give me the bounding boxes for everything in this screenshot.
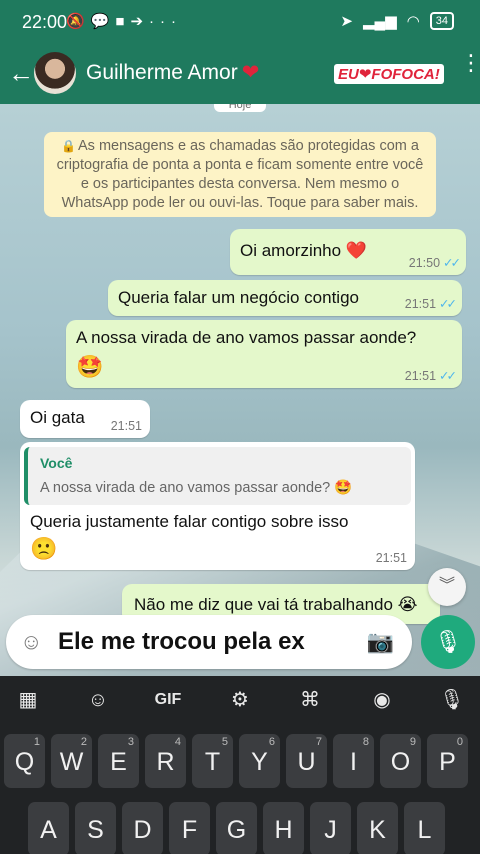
quote-text: A nossa virada de ano vamos passar aonde… xyxy=(40,480,353,496)
scroll-down-button[interactable]: ︾ xyxy=(428,568,466,606)
heart-emoji: ❤ xyxy=(241,61,260,84)
message-text: Oi amorzinho ❤️ xyxy=(240,241,367,260)
key-t[interactable]: 5T xyxy=(192,734,233,788)
palette-icon[interactable]: ◉ xyxy=(362,686,402,714)
quoted-message[interactable]: Você A nossa virada de ano vamos passar … xyxy=(24,447,411,505)
wifi-icon: ◠ xyxy=(406,13,420,30)
status-bar: 22:00 🔕💬■➔··· ➤ ▂▄▆ ◠ 34 xyxy=(0,0,480,44)
key-p[interactable]: 0P xyxy=(427,734,468,788)
notification-icons: 🔕💬■➔··· xyxy=(66,12,182,30)
message-meta: 21:51 ✓✓ xyxy=(404,369,457,383)
key-s[interactable]: S xyxy=(75,802,116,854)
status-time: 22:00 xyxy=(22,12,68,32)
chevron-down-icon: ︾ xyxy=(438,577,455,594)
gif-button[interactable]: GIF xyxy=(148,686,188,714)
more-notifications-icon: ··· xyxy=(149,13,183,30)
key-o[interactable]: 9O xyxy=(380,734,421,788)
avatar[interactable] xyxy=(34,52,76,94)
mic-button[interactable]: 🎙 xyxy=(421,615,475,669)
back-arrow-icon[interactable]: ← xyxy=(8,58,34,89)
location-icon: ➤ xyxy=(340,13,353,30)
top-bar: 22:00 🔕💬■➔··· ➤ ▂▄▆ ◠ 34 ← Guilherme Amo… xyxy=(0,0,480,104)
message-text: Oi gata xyxy=(30,408,85,427)
translate-icon[interactable]: ⌘ xyxy=(290,686,330,714)
overlay-caption: Ele me trocou pela ex xyxy=(58,628,305,655)
double-check-icon: ✓✓ xyxy=(439,369,457,383)
sticker-icon[interactable]: ☺ xyxy=(78,686,118,714)
double-check-icon: ✓✓ xyxy=(439,297,457,311)
key-g[interactable]: G xyxy=(216,802,257,854)
message-bubble-outgoing[interactable]: Oi amorzinho ❤️ 21:50 ✓✓ xyxy=(230,229,466,275)
key-r[interactable]: 4R xyxy=(145,734,186,788)
sad-face-emoji: 🙁 xyxy=(30,536,58,561)
chat-header: ← Guilherme Amor ❤ EU❤FOFOCA! ⋮ xyxy=(0,44,480,104)
battery-icon: 34 xyxy=(429,12,454,30)
key-q[interactable]: 1Q xyxy=(4,734,45,788)
contact-name[interactable]: Guilherme Amor ❤ xyxy=(86,60,259,85)
key-j[interactable]: J xyxy=(310,802,351,854)
camera-icon[interactable]: 📷 xyxy=(367,629,394,655)
message-time: 21:51 xyxy=(110,419,142,433)
composer-bar: ☺ Ele me trocou pela ex 📷 🎙 xyxy=(0,612,480,676)
key-a[interactable]: A xyxy=(28,802,69,854)
message-bubble-outgoing[interactable]: A nossa virada de ano vamos passar aonde… xyxy=(66,320,462,388)
signal-icon: ▂▄▆ xyxy=(362,13,397,30)
key-u[interactable]: 7U xyxy=(286,734,327,788)
video-icon: ■ xyxy=(115,13,131,30)
voice-input-icon[interactable]: 🎙 xyxy=(432,686,472,714)
message-time: 21:51 xyxy=(375,551,407,565)
contact-name-text: Guilherme Amor xyxy=(86,61,238,84)
chat-notification-icon: 💬 xyxy=(90,13,116,30)
message-bubble-incoming[interactable]: Oi gata 21:51 xyxy=(20,400,150,438)
apps-grid-icon[interactable]: ▦ xyxy=(8,686,48,714)
key-h[interactable]: H xyxy=(263,802,304,854)
message-bubble-incoming-reply[interactable]: Você A nossa virada de ano vamos passar … xyxy=(20,442,415,570)
key-k[interactable]: K xyxy=(357,802,398,854)
double-check-icon: ✓✓ xyxy=(443,256,461,270)
keyboard-toolbar: ▦ ☺ GIF ⚙ ⌘ ◉ 🎙 xyxy=(0,676,480,724)
message-bubble-outgoing[interactable]: Queria falar um negócio contigo 21:51 ✓✓ xyxy=(108,280,462,316)
keyboard-row-1: 1Q 2W 3E 4R 5T 6Y 7U 8I 9O 0P xyxy=(4,734,476,788)
settings-gear-icon[interactable]: ⚙ xyxy=(220,686,260,714)
quote-author: Você xyxy=(40,455,73,471)
message-text: Queria justamente falar contigo sobre is… xyxy=(30,512,349,531)
encryption-notice-text: As mensagens e as chamadas são protegida… xyxy=(56,138,424,211)
mute-icon: 🔕 xyxy=(66,13,91,30)
key-w[interactable]: 2W xyxy=(51,734,92,788)
keyboard-row-2: A S D F G H J K L xyxy=(28,802,480,854)
watermark-logo: EU❤FOFOCA! xyxy=(334,64,444,84)
date-chip: Hoje xyxy=(214,104,266,112)
encryption-notice[interactable]: 🔒 As mensagens e as chamadas são protegid… xyxy=(44,132,436,217)
key-l[interactable]: L xyxy=(404,802,445,854)
share-icon: ➔ xyxy=(130,13,150,30)
overflow-menu-icon[interactable]: ⋮ xyxy=(460,52,480,74)
key-e[interactable]: 3E xyxy=(98,734,139,788)
mic-icon: 🎙 xyxy=(434,629,462,654)
emoji-icon[interactable]: ☺ xyxy=(20,629,42,655)
keyboard: ▦ ☺ GIF ⚙ ⌘ ◉ 🎙 1Q 2W 3E 4R 5T 6Y 7U 8I … xyxy=(0,676,480,854)
system-icons: ➤ ▂▄▆ ◠ 34 xyxy=(340,12,454,30)
message-meta: 21:50 ✓✓ xyxy=(408,256,461,270)
lock-icon: 🔒 xyxy=(61,139,76,153)
key-f[interactable]: F xyxy=(169,802,210,854)
key-i[interactable]: 8I xyxy=(333,734,374,788)
message-text: Queria falar um negócio contigo xyxy=(118,288,359,307)
message-input[interactable]: ☺ Ele me trocou pela ex 📷 xyxy=(6,615,412,669)
message-meta: 21:51 ✓✓ xyxy=(404,297,457,311)
key-y[interactable]: 6Y xyxy=(239,734,280,788)
key-d[interactable]: D xyxy=(122,802,163,854)
star-struck-emoji: 🤩 xyxy=(76,354,104,379)
chat-area[interactable]: Hoje 🔒 As mensagens e as chamadas são pro… xyxy=(0,104,480,676)
message-text: A nossa virada de ano vamos passar aonde… xyxy=(76,328,417,347)
